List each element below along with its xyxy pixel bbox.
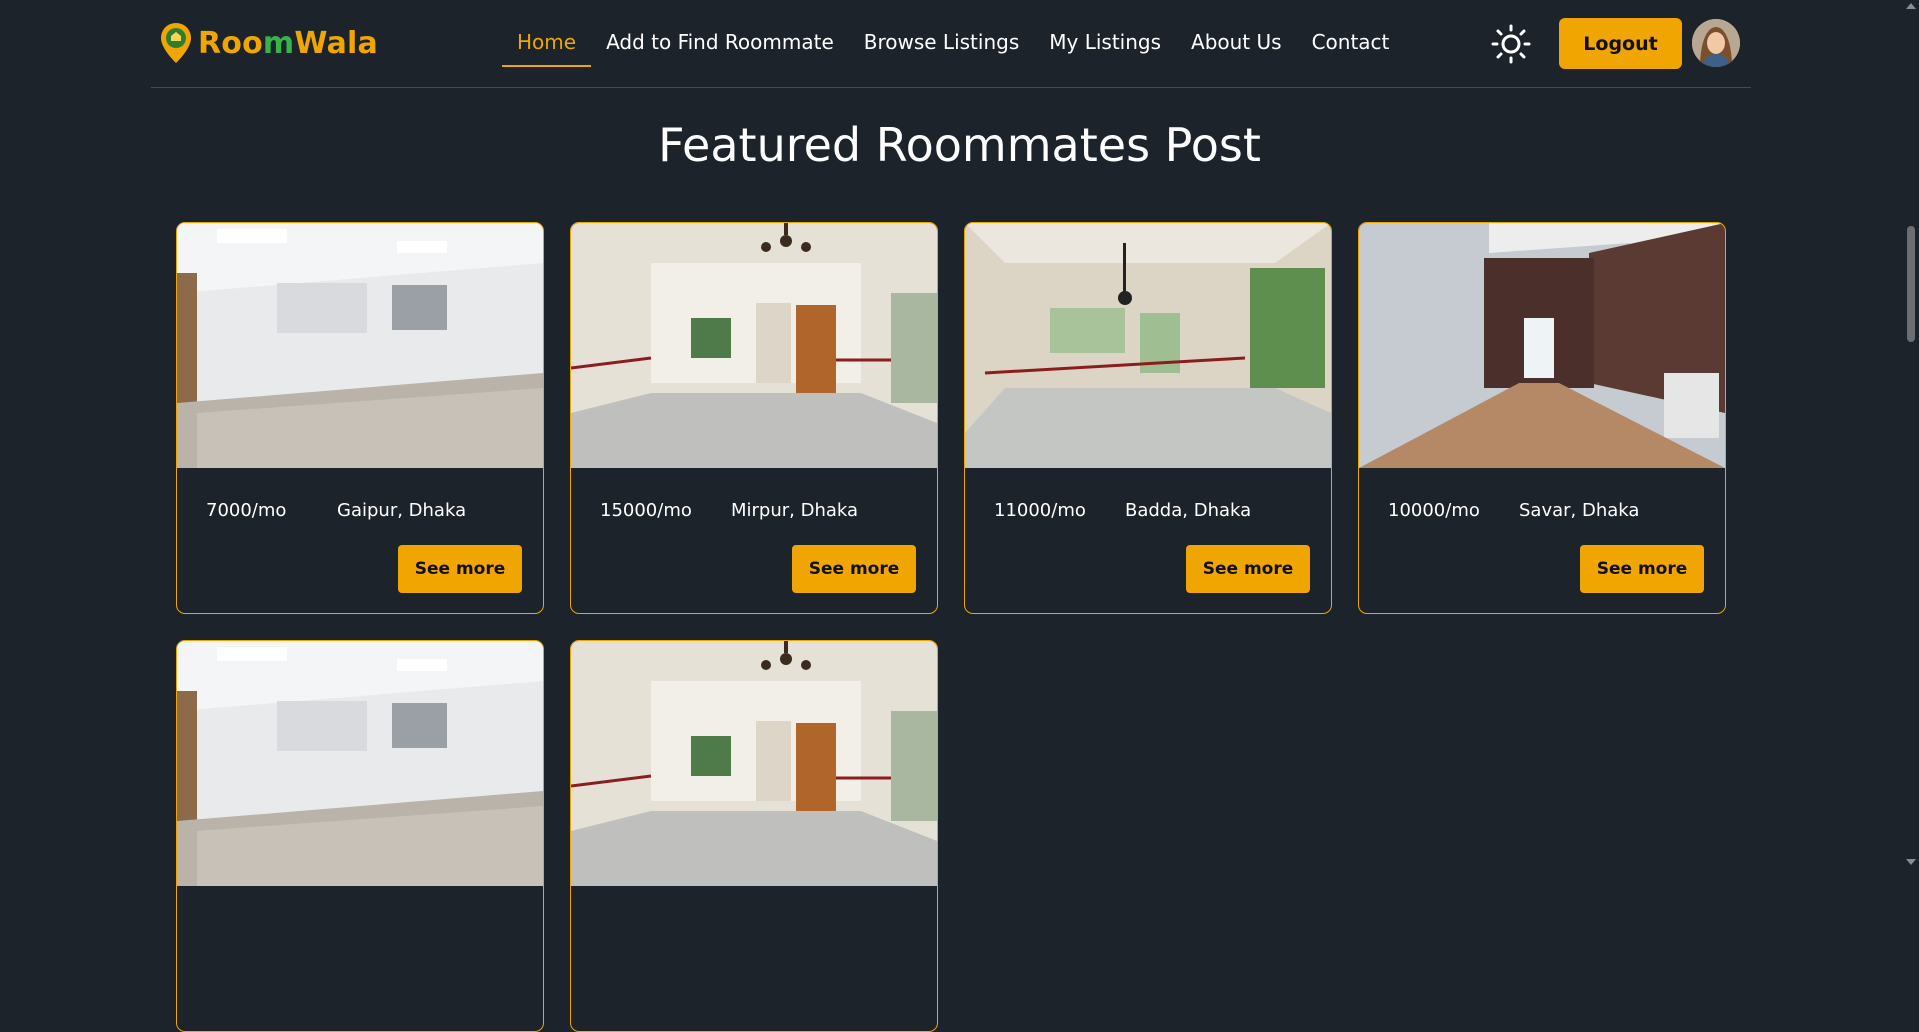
nav-links: Home Add to Find Roommate Browse Listing… xyxy=(502,22,1404,67)
room-photo[interactable] xyxy=(965,223,1331,468)
nav-add-roommate[interactable]: Add to Find Roommate xyxy=(591,22,849,67)
listing-card xyxy=(570,640,938,1032)
avatar[interactable] xyxy=(1692,19,1740,67)
listing-location: Gaipur, Dhaka xyxy=(337,500,467,521)
see-more-button[interactable]: See more xyxy=(1580,545,1704,593)
room-photo[interactable] xyxy=(571,223,937,468)
listing-location: Badda, Dhaka xyxy=(1125,500,1252,521)
navbar: RoomWala Home Add to Find Roommate Brows… xyxy=(151,0,1751,88)
scroll-down-arrow-icon[interactable] xyxy=(1906,859,1916,865)
scroll-thumb[interactable] xyxy=(1907,226,1915,342)
listing-card: 11000/mo Badda, Dhaka See more xyxy=(964,222,1332,614)
listing-card xyxy=(176,640,544,1032)
nav-contact[interactable]: Contact xyxy=(1297,22,1405,67)
listing-card: 15000/mo Mirpur, Dhaka See more xyxy=(570,222,938,614)
listing-rent: 11000/mo xyxy=(994,500,1086,521)
room-photo[interactable] xyxy=(177,641,543,886)
sun-icon[interactable] xyxy=(1491,24,1531,64)
room-photo[interactable] xyxy=(571,641,937,886)
brand-name: RoomWala xyxy=(198,25,378,61)
page-scrollbar[interactable] xyxy=(1902,0,1919,868)
room-photo[interactable] xyxy=(177,223,543,468)
listing-rent: 15000/mo xyxy=(600,500,692,521)
logout-button[interactable]: Logout xyxy=(1559,18,1682,69)
location-pin-icon xyxy=(161,23,191,63)
listing-rent: 10000/mo xyxy=(1388,500,1480,521)
listing-card: 10000/mo Savar, Dhaka See more xyxy=(1358,222,1726,614)
listing-location: Mirpur, Dhaka xyxy=(731,500,859,521)
nav-about-us[interactable]: About Us xyxy=(1176,22,1297,67)
listing-location: Savar, Dhaka xyxy=(1519,500,1640,521)
room-photo[interactable] xyxy=(1359,223,1725,468)
brand-logo[interactable]: RoomWala xyxy=(158,21,378,65)
scroll-up-arrow-icon[interactable] xyxy=(1906,3,1916,9)
listing-rent: 7000/mo xyxy=(206,500,287,521)
nav-home[interactable]: Home xyxy=(502,22,592,67)
listing-card: 7000/mo Gaipur, Dhaka See more xyxy=(176,222,544,614)
see-more-button[interactable]: See more xyxy=(792,545,916,593)
nav-my-listings[interactable]: My Listings xyxy=(1034,22,1176,67)
see-more-button[interactable]: See more xyxy=(398,545,522,593)
section-title: Featured Roommates Post xyxy=(658,118,1261,172)
nav-browse-listings[interactable]: Browse Listings xyxy=(849,22,1035,67)
see-more-button[interactable]: See more xyxy=(1186,545,1310,593)
